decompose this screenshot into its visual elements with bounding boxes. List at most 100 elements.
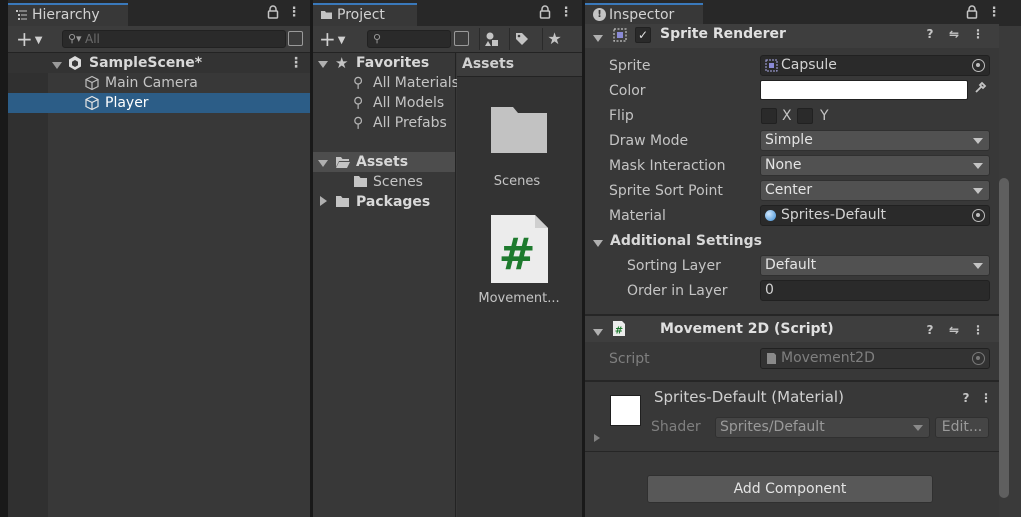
- folder-icon: [354, 176, 367, 187]
- csharp-script-icon: [767, 353, 776, 364]
- more-options-icon[interactable]: ⋮: [559, 5, 573, 21]
- scene-name: SampleScene*: [89, 55, 203, 71]
- more-options-icon[interactable]: ⋮: [987, 5, 1001, 21]
- material-more-icon[interactable]: ⋮: [979, 390, 993, 406]
- favorite-item-all-prefabs[interactable]: ⚲ All Prefabs: [313, 113, 455, 133]
- additional-settings-foldout[interactable]: Additional Settings: [585, 231, 999, 251]
- scene-expand-arrow[interactable]: [52, 55, 62, 75]
- breadcrumb-assets[interactable]: Assets: [462, 56, 514, 72]
- draw-mode-dropdown[interactable]: Simple: [760, 130, 990, 151]
- unity-scene-icon: [69, 56, 81, 70]
- project-search-input[interactable]: ⚲: [367, 30, 451, 48]
- hierarchy-list-icon: [16, 10, 27, 20]
- packages-folder-row[interactable]: Packages: [313, 192, 455, 212]
- object-picker-icon[interactable]: [972, 59, 985, 72]
- project-folder-tree: ★ Favorites ⚲ All Materials ⚲ All Models…: [313, 53, 459, 517]
- favorites-expand-arrow[interactable]: [318, 54, 328, 74]
- sprite-value: Capsule: [781, 57, 837, 73]
- create-plus-button[interactable]: + ▼: [319, 28, 351, 50]
- asset-item-movement-script[interactable]: # Movement...: [477, 211, 577, 311]
- inspector-scrollbar[interactable]: [999, 26, 1021, 517]
- component-collapse-arrow[interactable]: [593, 31, 603, 46]
- more-options-icon[interactable]: ⋮: [287, 5, 301, 21]
- sprite-renderer-header[interactable]: ✓ Sprite Renderer ? ⇋ ⋮: [585, 24, 999, 48]
- flip-y-label: Y: [820, 108, 829, 124]
- presets-icon[interactable]: ⇋: [947, 322, 961, 338]
- lock-icon[interactable]: [266, 5, 280, 21]
- flip-x-label: X: [782, 108, 792, 124]
- material-title: Sprites-Default (Material): [654, 388, 844, 406]
- material-section: Sprites-Default (Material) ? ⋮ Shader Sp…: [585, 380, 999, 452]
- add-component-button[interactable]: Add Component: [647, 475, 933, 503]
- sorting-layer-dropdown[interactable]: Default: [760, 255, 990, 276]
- info-icon: !: [593, 8, 606, 21]
- component-collapse-arrow[interactable]: [593, 325, 603, 340]
- tab-hierarchy[interactable]: Hierarchy: [8, 3, 128, 26]
- chevron-down-icon: [973, 138, 983, 144]
- chevron-down-icon: [913, 425, 923, 431]
- sprite-sort-point-dropdown[interactable]: Center: [760, 180, 990, 201]
- filter-by-type-icon[interactable]: [479, 28, 503, 50]
- scene-row[interactable]: SampleScene* ⋮: [8, 53, 310, 73]
- hierarchy-search-input[interactable]: ⚲▾ All: [62, 30, 286, 48]
- search-icon: ⚲: [353, 115, 364, 131]
- movement-script-title: Movement 2D (Script): [660, 321, 834, 337]
- object-picker-icon[interactable]: [972, 209, 985, 222]
- favorites-row[interactable]: ★ Favorites: [313, 53, 455, 73]
- sprite-renderer-enabled-checkbox[interactable]: ✓: [635, 27, 651, 43]
- folder-item-label: Scenes: [373, 174, 423, 190]
- component-more-icon[interactable]: ⋮: [971, 26, 985, 42]
- favorites-star-icon[interactable]: ★: [542, 28, 566, 50]
- material-value: Sprites-Default: [781, 207, 887, 223]
- help-icon[interactable]: ?: [959, 390, 973, 406]
- material-object-field[interactable]: Sprites-Default: [760, 205, 990, 226]
- hierarchy-item-player[interactable]: Player: [8, 93, 310, 113]
- scrollbar-thumb[interactable]: [999, 178, 1009, 498]
- assets-expand-arrow[interactable]: [318, 153, 328, 173]
- project-asset-grid: Assets Scenes # Movement...: [457, 53, 582, 517]
- help-icon[interactable]: ?: [923, 322, 937, 338]
- hierarchy-gutter: [8, 53, 48, 517]
- asset-item-label: Movement...: [478, 291, 560, 306]
- create-plus-button[interactable]: + ▼: [16, 28, 48, 50]
- material-foldout-arrow[interactable]: [594, 431, 600, 446]
- search-icon: ⚲: [353, 75, 364, 91]
- search-options-icon[interactable]: [288, 31, 303, 46]
- eyedropper-icon[interactable]: [970, 80, 990, 100]
- mask-interaction-dropdown[interactable]: None: [760, 155, 990, 176]
- asset-item-scenes[interactable]: Scenes: [477, 103, 557, 193]
- hierarchy-item-main-camera[interactable]: Main Camera: [8, 73, 310, 93]
- favorite-item-all-materials[interactable]: ⚲ All Materials: [313, 73, 459, 93]
- assets-folder-row[interactable]: Assets: [313, 152, 455, 172]
- tab-project-label: Project: [337, 7, 385, 23]
- search-options-icon[interactable]: [454, 31, 469, 46]
- folder-icon: [336, 196, 349, 207]
- flip-y-checkbox[interactable]: [797, 108, 813, 124]
- script-label: Script: [609, 351, 650, 367]
- material-label: Material: [609, 208, 666, 224]
- help-icon[interactable]: ?: [923, 26, 937, 42]
- filter-by-label-icon[interactable]: [509, 28, 533, 50]
- component-more-icon[interactable]: ⋮: [971, 322, 985, 338]
- presets-icon[interactable]: ⇋: [947, 26, 961, 42]
- color-field[interactable]: [760, 80, 968, 100]
- movement-script-header[interactable]: # Movement 2D (Script) ? ⇋ ⋮: [585, 314, 999, 342]
- shader-edit-button[interactable]: Edit...: [935, 417, 989, 438]
- chevron-down-icon: [973, 163, 983, 169]
- sprite-object-field[interactable]: Capsule: [760, 55, 990, 76]
- favorite-item-all-models[interactable]: ⚲ All Models: [313, 93, 455, 113]
- lock-icon[interactable]: [538, 5, 552, 21]
- flip-x-checkbox[interactable]: [761, 108, 777, 124]
- order-in-layer-input[interactable]: 0: [760, 280, 990, 301]
- scene-more-icon[interactable]: ⋮: [289, 53, 303, 73]
- tab-project[interactable]: Project: [313, 3, 417, 26]
- shader-value: Sprites/Default: [720, 419, 825, 435]
- tab-inspector[interactable]: ! Inspector: [585, 3, 703, 26]
- folder-item-scenes[interactable]: Scenes: [313, 172, 455, 192]
- shader-dropdown[interactable]: Sprites/Default: [715, 417, 930, 438]
- packages-expand-arrow[interactable]: [320, 192, 327, 212]
- hierarchy-item-label: Player: [105, 95, 149, 111]
- lock-icon[interactable]: [965, 5, 979, 21]
- shader-label: Shader: [651, 419, 701, 435]
- tab-hierarchy-label: Hierarchy: [32, 7, 100, 23]
